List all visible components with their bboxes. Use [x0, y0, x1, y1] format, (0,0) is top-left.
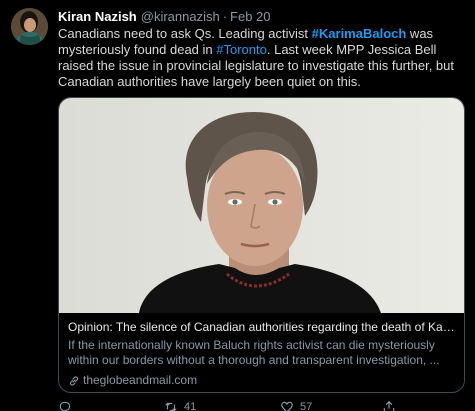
like-icon: [281, 401, 293, 411]
like-count: 57: [300, 401, 313, 411]
author-handle[interactable]: @kirannazish: [141, 8, 220, 25]
tweet-content: Kiran Nazish @kirannazish · Feb 20 Canad…: [58, 8, 465, 90]
share-button[interactable]: [382, 400, 396, 411]
tweet-actions: 41 57: [58, 400, 465, 411]
link-icon: [69, 375, 79, 386]
hashtag-karimabaloch[interactable]: #KarimaBaloch: [312, 26, 407, 41]
retweet-icon: [165, 402, 177, 411]
reply-button[interactable]: [58, 400, 72, 411]
card-domain-text: theglobeandmail.com: [83, 373, 198, 387]
card-body: Opinion: The silence of Canadian authori…: [68, 320, 458, 388]
tweet-date[interactable]: Feb 20: [230, 8, 270, 25]
card-domain[interactable]: theglobeandmail.com: [68, 373, 458, 388]
tweet-header: Kiran Nazish @kirannazish · Feb 20: [58, 8, 465, 25]
retweet-count: 41: [184, 401, 197, 411]
card-photo: [59, 98, 464, 313]
avatar-image: [11, 8, 48, 45]
avatar[interactable]: [11, 8, 48, 45]
tweet[interactable]: Kiran Nazish @kirannazish · Feb 20 Canad…: [0, 0, 475, 411]
like-button[interactable]: 57: [280, 400, 312, 411]
card-title[interactable]: Opinion: The silence of Canadian authori…: [68, 320, 458, 335]
tweet-text: Canadians need to ask Qs. Leading activi…: [58, 26, 465, 90]
card-image[interactable]: [59, 98, 464, 313]
card-description: If the internationally known Baluch righ…: [68, 338, 440, 367]
header-separator: ·: [222, 9, 228, 24]
reply-icon: [59, 401, 71, 411]
hashtag-toronto[interactable]: #Toronto: [216, 42, 267, 57]
link-card[interactable]: Opinion: The silence of Canadian authori…: [58, 97, 465, 393]
retweet-button[interactable]: 41: [164, 400, 196, 411]
tweet-text-part1: Canadians need to ask Qs. Leading activi…: [58, 26, 312, 41]
author-name[interactable]: Kiran Nazish: [58, 8, 137, 25]
share-icon: [383, 400, 395, 411]
